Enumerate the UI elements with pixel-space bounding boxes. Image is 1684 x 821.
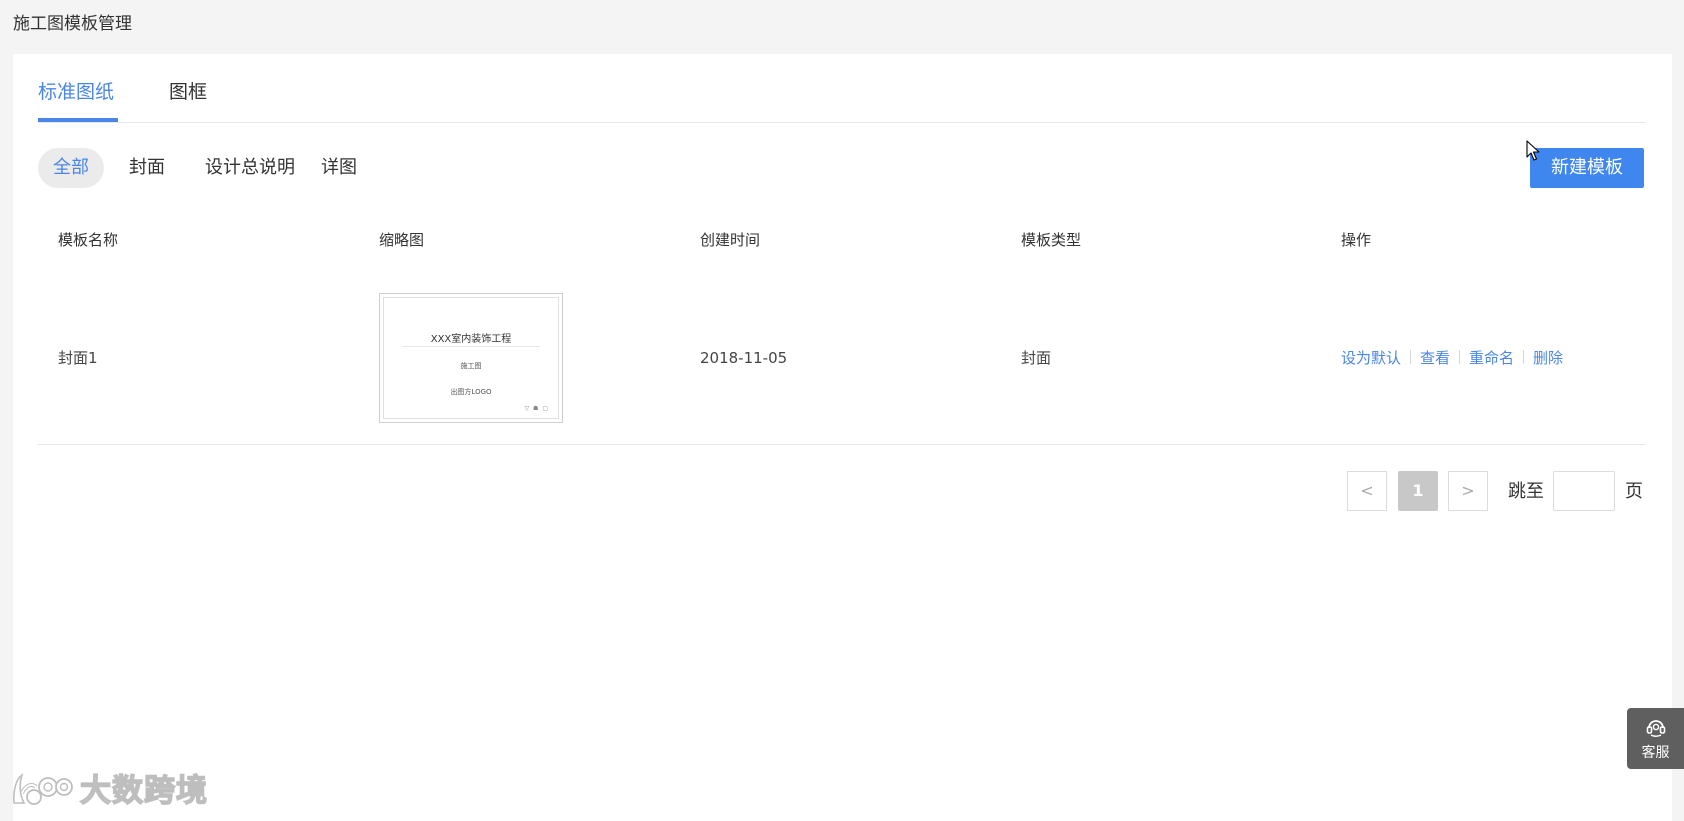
new-template-button[interactable]: 新建模板 [1530,148,1644,188]
action-separator [1459,350,1461,364]
action-separator [1410,350,1412,364]
mouse-cursor-icon [1526,140,1540,166]
filter-detail[interactable]: 详图 [306,148,372,188]
column-header-thumbnail: 缩略图 [379,231,425,249]
tab-standard-drawings[interactable]: 标准图纸 [38,78,114,106]
thumbnail-frame: XXX室内装饰工程 施工图 出图方LOGO ▽ ☗ ▢ [383,297,559,419]
delete-link[interactable]: 删除 [1533,349,1563,367]
thumbnail-logo-text: 出图方LOGO [450,388,492,396]
watermark: 大数跨境 [10,770,208,812]
row-divider [38,444,1645,445]
rename-link[interactable]: 重命名 [1469,349,1514,367]
page-unit-label: 页 [1625,481,1643,502]
jump-label: 跳至 [1508,481,1544,502]
tab-active-indicator [38,118,118,122]
row-created-date: 2018-11-05 [700,349,788,367]
thumbnail-divider [402,346,540,347]
next-page-button[interactable]: > [1448,471,1488,511]
column-header-type: 模板类型 [1021,231,1082,249]
filter-cover[interactable]: 封面 [114,148,180,188]
current-page-button[interactable]: 1 [1398,471,1438,511]
jump-page-input[interactable] [1553,471,1615,511]
headset-icon [1645,716,1667,742]
action-separator [1523,350,1525,364]
row-actions: 设为默认 查看 重命名 删除 [1341,348,1563,368]
row-thumbnail[interactable]: XXX室内装饰工程 施工图 出图方LOGO ▽ ☗ ▢ [379,293,563,423]
kuajing-logo-icon [10,769,74,813]
watermark-text: 大数跨境 [79,772,208,809]
tab-bar: 标准图纸 图框 [38,54,1645,123]
row-template-type: 封面 [1021,349,1052,367]
customer-service-button[interactable]: 客服 [1627,708,1684,769]
set-default-link[interactable]: 设为默认 [1341,349,1401,367]
page-title: 施工图模板管理 [13,14,132,34]
view-link[interactable]: 查看 [1420,349,1450,367]
column-header-created: 创建时间 [700,231,761,249]
thumbnail-subtitle: 施工图 [460,362,482,370]
filter-all[interactable]: 全部 [38,148,104,188]
thumbnail-corner-marks: ▽ ☗ ▢ [524,405,549,412]
column-header-name: 模板名称 [58,231,119,249]
prev-page-button[interactable]: < [1347,471,1387,511]
column-header-actions: 操作 [1341,231,1372,249]
tab-frame[interactable]: 图框 [169,78,207,106]
customer-service-label: 客服 [1641,745,1670,761]
main-panel: 标准图纸 图框 全部 封面 设计总说明 详图 新建模板 模板名称 缩略图 创建时… [13,54,1672,821]
filter-design-notes[interactable]: 设计总说明 [190,148,310,188]
row-template-name: 封面1 [58,349,98,367]
thumbnail-title: XXX室内装饰工程 [430,334,512,345]
